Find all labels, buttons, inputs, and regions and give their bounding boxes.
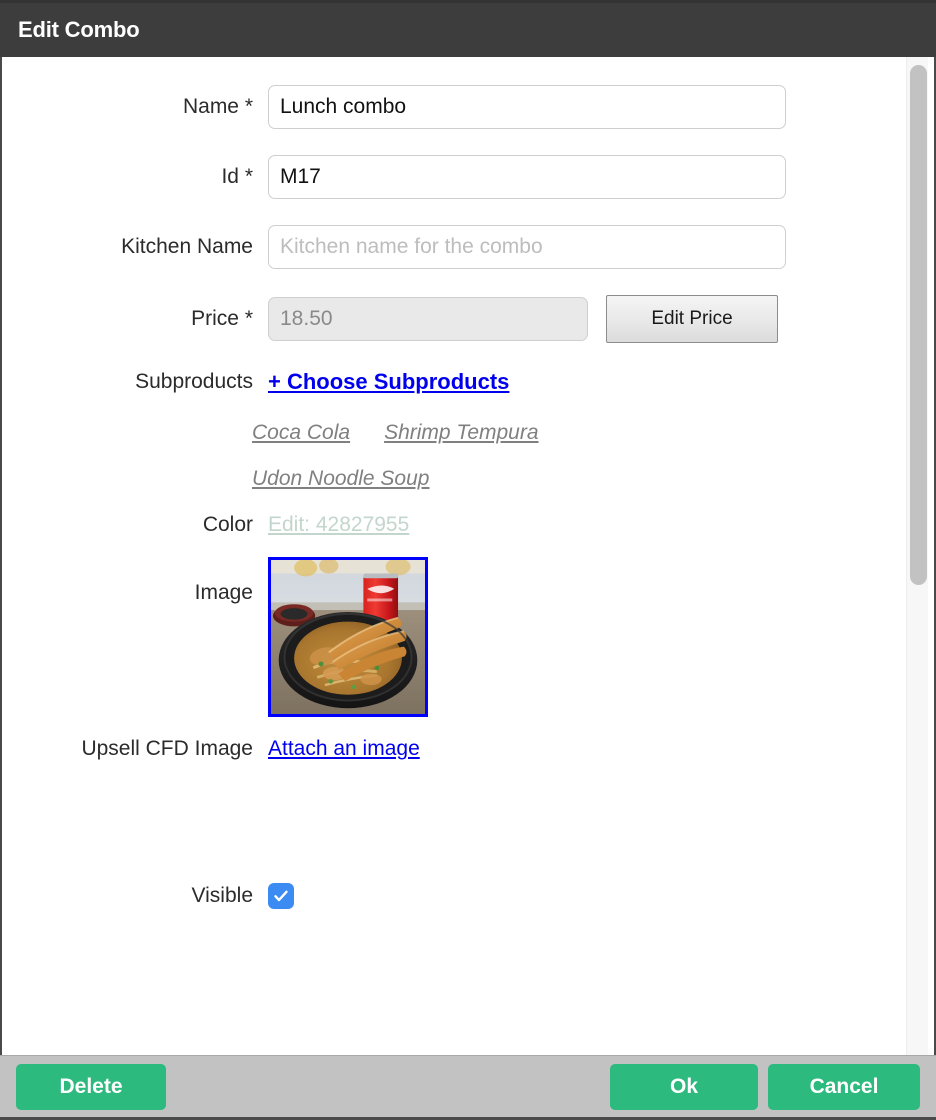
price-label: Price * <box>191 307 253 330</box>
attach-image-link[interactable]: Attach an image <box>268 737 420 761</box>
field-row-visible: Visible <box>2 883 908 909</box>
kitchen-name-input[interactable] <box>268 225 786 269</box>
combo-image-thumbnail[interactable] <box>268 557 428 717</box>
field-row-image: Image <box>2 557 908 717</box>
ok-button[interactable]: Ok <box>610 1063 758 1110</box>
delete-button[interactable]: Delete <box>16 1063 166 1110</box>
dialog-titlebar: Edit Combo <box>0 0 936 57</box>
vertical-scrollbar[interactable] <box>906 57 928 1055</box>
image-label: Image <box>194 581 253 604</box>
field-row-kitchen-name: Kitchen Name <box>2 225 908 269</box>
field-row-id: Id * <box>2 155 908 199</box>
dialog-body: Name * Id * Kitchen Name Price * Edit Pr… <box>2 57 934 1055</box>
edit-combo-dialog: Edit Combo Name * Id * Kitchen Name Pric… <box>0 0 936 1120</box>
field-row-color: Color Edit: 42827955 <box>2 513 908 537</box>
checkmark-icon <box>274 890 288 902</box>
edit-price-button[interactable]: Edit Price <box>606 295 778 343</box>
name-label: Name * <box>182 95 253 118</box>
subproducts-list: Coca Cola Shrimp Tempura Udon Noodle Sou… <box>2 421 908 491</box>
subproducts-line-1: Coca Cola Shrimp Tempura <box>252 421 908 445</box>
price-input <box>268 297 588 341</box>
upsell-cfd-image-label: Upsell CFD Image <box>81 737 253 760</box>
id-label: Id * <box>221 165 253 188</box>
name-input[interactable] <box>268 85 786 129</box>
scrollbar-thumb[interactable] <box>910 65 927 585</box>
edit-color-link[interactable]: Edit: 42827955 <box>268 513 409 537</box>
id-input[interactable] <box>268 155 786 199</box>
cancel-button[interactable]: Cancel <box>768 1063 920 1110</box>
subproduct-item[interactable]: Udon Noodle Soup <box>252 467 429 491</box>
subproduct-item[interactable]: Coca Cola <box>252 421 350 445</box>
subproducts-label: Subproducts <box>135 370 253 393</box>
subproducts-line-2: Udon Noodle Soup <box>252 467 908 491</box>
field-row-name: Name * <box>2 85 908 129</box>
kitchen-name-label: Kitchen Name <box>121 235 253 258</box>
combo-form: Name * Id * Kitchen Name Price * Edit Pr… <box>2 57 908 919</box>
visible-label: Visible <box>191 884 253 907</box>
color-label: Color <box>202 513 253 536</box>
field-row-price: Price * Edit Price <box>2 295 908 343</box>
form-spacer <box>2 787 908 883</box>
food-photo <box>271 560 425 714</box>
dialog-title: Edit Combo <box>18 17 140 42</box>
visible-checkbox[interactable] <box>268 883 294 909</box>
choose-subproducts-link[interactable]: + Choose Subproducts <box>268 369 509 395</box>
subproduct-item[interactable]: Shrimp Tempura <box>384 421 538 445</box>
dialog-footer: Delete Ok Cancel <box>0 1055 936 1117</box>
field-row-subproducts: Subproducts + Choose Subproducts <box>2 369 908 395</box>
field-row-upsell-cfd-image: Upsell CFD Image Attach an image <box>2 737 908 761</box>
